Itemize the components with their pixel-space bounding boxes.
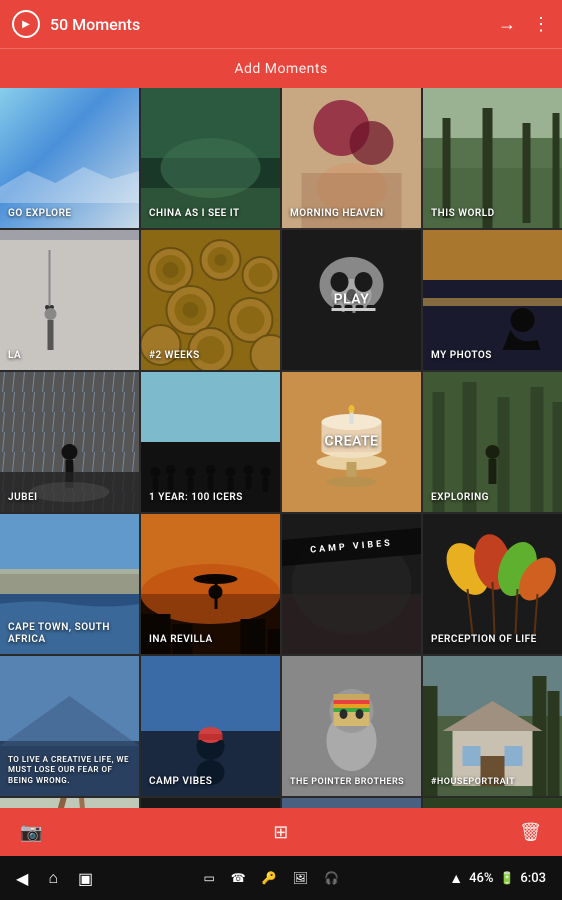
grid-item-icers[interactable]: 1 YEAR: 100 ICERS — [141, 372, 280, 512]
headphones-icon: 🎧 — [324, 871, 339, 885]
icers-label: 1 YEAR: 100 ICERS — [149, 492, 272, 504]
grid-item-china[interactable]: CHINA AS I SEE IT — [141, 88, 280, 228]
world-label: THIS WORLD — [431, 208, 554, 220]
grid-item-weeks[interactable]: #2 WEEKS — [141, 230, 280, 370]
grid-item-perception[interactable]: PERCEPTION OF LIFE — [423, 514, 562, 654]
app-title: 50 Moments — [50, 15, 498, 34]
top-bar-icons: → ⋮ — [498, 14, 550, 35]
grid-item-last2[interactable] — [141, 798, 280, 808]
grid-item-jubei[interactable]: JUBEI — [0, 372, 139, 512]
lock-icon: 🔑 — [262, 871, 277, 885]
grid-item-capetown[interactable]: Cape Town, South Africa — [0, 514, 139, 654]
arrow-right-icon[interactable]: → — [498, 14, 516, 35]
china-bg — [141, 88, 280, 228]
campvibes-banner-text: CAMP VIBES — [310, 538, 393, 555]
perception-label: PERCEPTION OF LIFE — [431, 634, 554, 646]
more-options-icon[interactable]: ⋮ — [532, 14, 550, 35]
world-bg — [423, 88, 562, 228]
sys-status: ▲ 46% 🔋 6:03 — [449, 870, 546, 887]
wifi-icon: ▲ — [449, 870, 463, 887]
creative-label: To live a creative life, we must lose ou… — [8, 755, 131, 786]
exploring-bg — [423, 372, 562, 512]
weeks-label: #2 WEEKS — [149, 350, 272, 362]
campvibes2-bg — [141, 656, 280, 796]
camera-icon[interactable]: 📷 — [20, 822, 42, 843]
go-explore-bg — [0, 88, 139, 228]
grid-item-world[interactable]: THIS WORLD — [423, 88, 562, 228]
perception-bg — [423, 514, 562, 654]
grid-item-campvibes2[interactable]: Camp Vibes — [141, 656, 280, 796]
grid-item-exploring[interactable]: EXPLORING — [423, 372, 562, 512]
play-label: PLAY — [286, 292, 417, 309]
exploring-label: EXPLORING — [431, 492, 554, 504]
sys-nav-icons: ◀ ⌂ ▣ — [16, 868, 93, 888]
china-label: CHINA AS I SEE IT — [149, 208, 272, 220]
pointer-bg — [282, 656, 421, 796]
jubei-label: JUBEI — [8, 492, 131, 504]
battery-icon: 🔋 — [499, 871, 514, 885]
add-moments-button[interactable]: Add Moments — [234, 61, 327, 77]
grid-item-campvibes[interactable]: CAMP VIBES — [282, 514, 421, 654]
grid-item-go-explore[interactable]: GO EXPLORE — [0, 88, 139, 228]
campvibes2-label: Camp Vibes — [149, 776, 272, 788]
go-explore-label: GO EXPLORE — [8, 208, 131, 220]
la-label: LA — [8, 350, 131, 362]
battery-percent: 46% — [469, 871, 493, 886]
ina-bg — [141, 514, 280, 654]
houseportrait-bg — [423, 656, 562, 796]
add-moments-bar[interactable]: Add Moments — [0, 48, 562, 88]
weeks-bg — [141, 230, 280, 370]
myphotos-label: MY PHOTOS — [431, 350, 554, 362]
la-bg: ♥ — [0, 230, 139, 370]
back-icon[interactable]: ◀ — [16, 869, 28, 888]
moments-grid: GO EXPLORE CHINA AS I SEE IT Morning Hea… — [0, 88, 562, 808]
grid-item-myphotos[interactable]: MY PHOTOS — [423, 230, 562, 370]
grid-item-pointer[interactable]: THE POINTER BROTHERS — [282, 656, 421, 796]
grid-item-create[interactable]: CREATE — [282, 372, 421, 512]
system-bar: ◀ ⌂ ▣ ▭ ☎ 🔑 🖼 🎧 ▲ 46% 🔋 6:03 — [0, 856, 562, 900]
recents-icon[interactable]: ▣ — [78, 869, 93, 888]
screen-icon: ▭ — [203, 871, 214, 885]
grid-item-la[interactable]: ♥ LA — [0, 230, 139, 370]
grid-item-houseportrait[interactable]: #HOUSEPORTRAIT — [423, 656, 562, 796]
grid-item-creative[interactable]: To live a creative life, we must lose ou… — [0, 656, 139, 796]
houseportrait-label: #HOUSEPORTRAIT — [431, 777, 554, 788]
capetown-label: Cape Town, South Africa — [8, 622, 131, 646]
pointer-label: THE POINTER BROTHERS — [290, 777, 413, 788]
create-label: CREATE — [286, 434, 417, 451]
grid-item-last4[interactable] — [423, 798, 562, 808]
top-bar: 50 Moments → ⋮ — [0, 0, 562, 48]
ina-label: INA REVILLA — [149, 634, 272, 646]
time-display: 6:03 — [520, 871, 546, 886]
phone-icon: ☎ — [231, 871, 246, 885]
delete-icon[interactable]: 🗑 — [519, 822, 542, 843]
grid-icon[interactable]: ⊞ — [273, 822, 288, 843]
image-icon: 🖼 — [293, 871, 308, 885]
bottom-nav: 📷 ⊞ 🗑 — [0, 808, 562, 856]
home-icon[interactable]: ⌂ — [48, 868, 58, 888]
grid-item-ina[interactable]: INA REVILLA — [141, 514, 280, 654]
grid-item-last1[interactable] — [0, 798, 139, 808]
icers-bg — [141, 372, 280, 512]
grid-item-morning[interactable]: Morning Heaven — [282, 88, 421, 228]
myphotos-bg — [423, 230, 562, 370]
grid-item-last3[interactable] — [282, 798, 421, 808]
app-logo — [12, 10, 40, 38]
jubei-bg — [0, 372, 139, 512]
grid-item-play[interactable]: PLAY — [282, 230, 421, 370]
morning-label: Morning Heaven — [290, 208, 413, 220]
sys-center-icons: ▭ ☎ 🔑 🖼 🎧 — [203, 871, 338, 885]
morning-bg — [282, 88, 421, 228]
